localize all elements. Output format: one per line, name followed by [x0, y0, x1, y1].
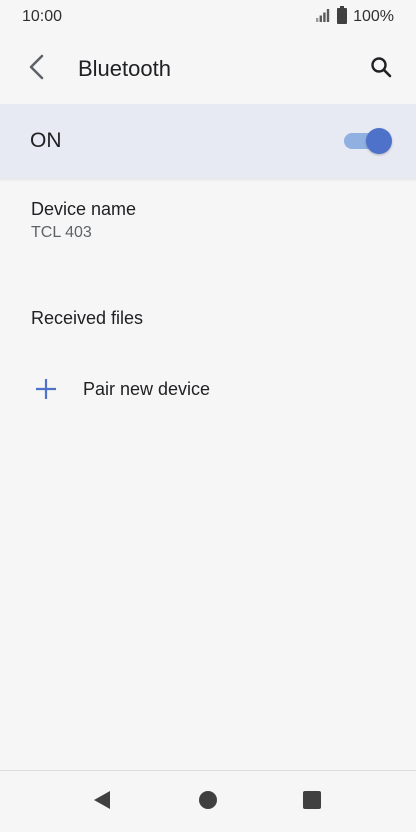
back-button[interactable] [20, 52, 54, 86]
plus-icon [34, 377, 58, 401]
status-time: 10:00 [22, 8, 63, 25]
pair-new-device-item[interactable]: Pair new device [0, 366, 416, 412]
status-bar: 10:00 100% [0, 0, 416, 34]
received-files-title: Received files [31, 308, 144, 328]
switch-divider [0, 178, 416, 182]
page-title: Bluetooth [78, 56, 171, 81]
device-name-title: Device name [31, 199, 137, 219]
device-name-value: TCL 403 [31, 224, 92, 241]
search-icon [369, 55, 393, 84]
status-icons: 100% [315, 5, 394, 29]
nav-back-button[interactable] [89, 789, 115, 815]
search-button[interactable] [364, 52, 398, 86]
recents-square-icon [301, 789, 323, 816]
battery-icon [337, 5, 348, 29]
bluetooth-settings-screen: 10:00 100% Bluetooth ON Device name TCL … [0, 0, 416, 832]
navigation-bar [0, 770, 416, 832]
back-arrow-icon [27, 53, 47, 86]
received-files-item[interactable]: Received files [0, 296, 416, 340]
signal-icon [315, 8, 331, 27]
nav-recents-button[interactable] [299, 789, 325, 815]
home-circle-icon [197, 789, 219, 816]
app-bar: Bluetooth [0, 34, 416, 104]
master-switch-label: ON [30, 129, 62, 152]
bluetooth-toggle[interactable] [344, 128, 392, 154]
back-triangle-icon [91, 789, 113, 816]
battery-percentage: 100% [353, 8, 394, 25]
pair-new-device-title: Pair new device [83, 379, 211, 399]
device-name-item[interactable]: Device name TCL 403 [0, 198, 416, 268]
bluetooth-master-switch[interactable]: ON [0, 104, 416, 178]
toggle-thumb [366, 128, 392, 154]
nav-home-button[interactable] [195, 789, 221, 815]
